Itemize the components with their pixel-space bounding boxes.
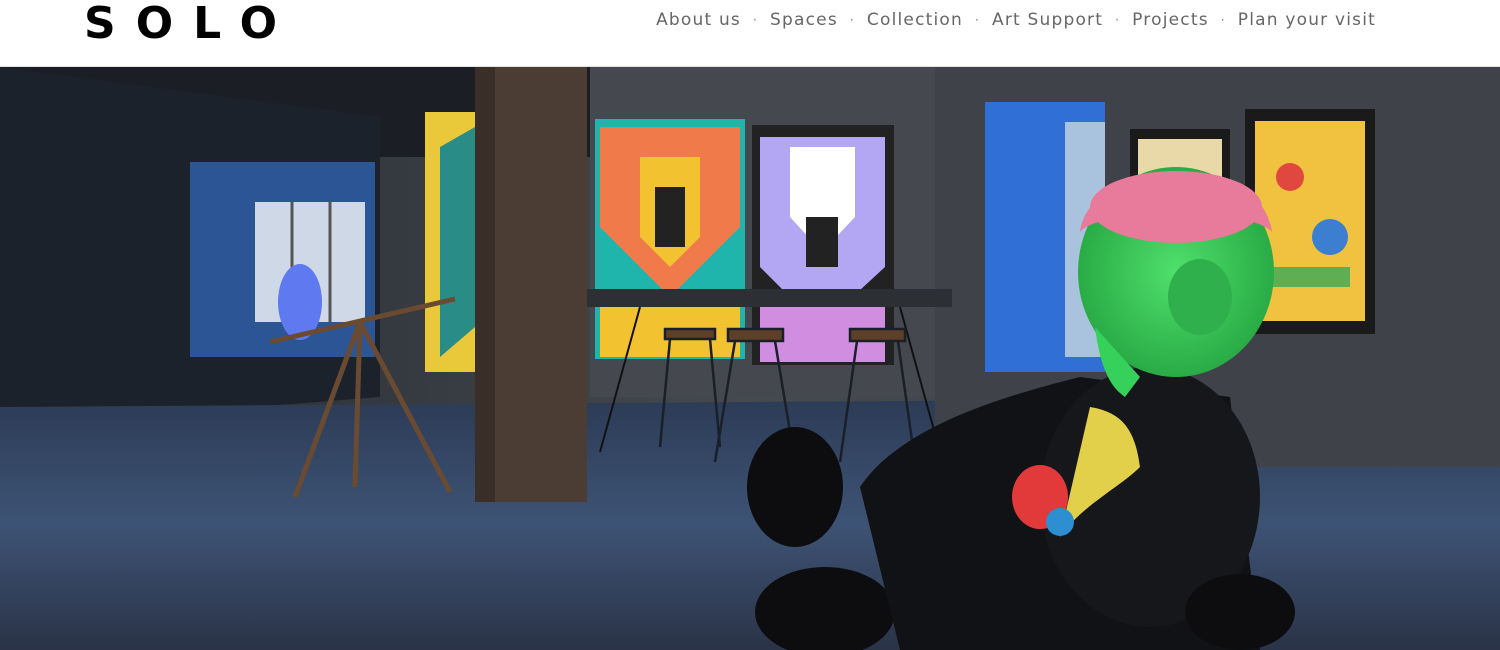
nav-collection[interactable]: Collection (867, 10, 963, 30)
nav-separator: · (1220, 13, 1226, 27)
nav-separator: · (1115, 13, 1121, 27)
site-logo[interactable]: SOLO (84, 0, 297, 48)
nav-projects[interactable]: Projects (1132, 10, 1209, 30)
hero-image (0, 67, 1500, 650)
site-header: SOLO About us · Spaces · Collection · Ar… (0, 0, 1500, 67)
nav-separator: · (849, 13, 855, 27)
nav-art-support[interactable]: Art Support (992, 10, 1103, 30)
nav-about-us[interactable]: About us (656, 10, 741, 30)
display-table (587, 289, 952, 307)
nav-separator: · (753, 13, 759, 27)
nav-spaces[interactable]: Spaces (770, 10, 838, 30)
nav-separator: · (975, 13, 981, 27)
nav-plan-your-visit[interactable]: Plan your visit (1238, 10, 1376, 30)
gallery-photo (0, 67, 1500, 650)
main-nav: About us · Spaces · Collection · Art Sup… (656, 10, 1376, 30)
blue-sculpture (278, 264, 322, 340)
